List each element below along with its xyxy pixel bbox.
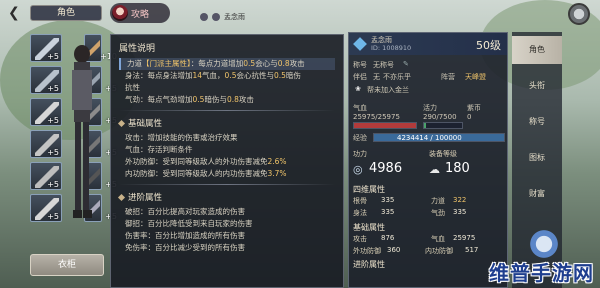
stat-row: 攻击 876 气血 25975 (353, 234, 476, 243)
top-icon-text: 孟念雨 (224, 13, 245, 21)
stat-row: 身法 335 气劲 335 (353, 208, 467, 217)
side-tab-badge[interactable]: 图标 (512, 144, 562, 172)
desc-row: 气血：存活判断条件 (125, 145, 193, 154)
power-icon: ◎ (353, 163, 363, 176)
gear-level-value: 180 (445, 161, 470, 176)
enhance-level: +5 (47, 212, 59, 221)
section-title: 进阶属性 (119, 191, 335, 203)
equipment-slot[interactable]: +5 (30, 66, 62, 94)
back-arrow-icon[interactable]: ❮ (8, 6, 24, 20)
side-tab-wealth[interactable]: 财富 (512, 180, 562, 208)
hp-value: 25975/25975 (353, 113, 400, 121)
spouse-label: 伴侣 (353, 73, 367, 81)
guide-label: 攻略 (131, 9, 150, 20)
desc-row: 身法：每点身法增加14气血，0.5会心抗性与0.5暗伤 (125, 71, 301, 80)
exp-value: 4234414 / 100000 (397, 134, 462, 142)
equipment-slot[interactable]: +5 (30, 194, 62, 222)
settings-ring-icon[interactable] (568, 3, 590, 25)
title-label: 称号 (353, 61, 367, 69)
vitality-value: 290/7500 (423, 113, 457, 121)
advanced-stat-title: 进阶属性 (353, 260, 385, 269)
hp-bar (353, 122, 417, 129)
side-tab-honor[interactable]: 称号 (512, 108, 562, 136)
enhance-level: +5 (47, 52, 59, 61)
status-icon (212, 13, 220, 21)
stat-row: 根骨 335 力道 322 (353, 196, 467, 205)
watermark-logo-icon (528, 228, 560, 260)
wardrobe-button[interactable]: 衣柜 (30, 254, 104, 276)
equipment-slot[interactable]: +5 (30, 130, 62, 158)
character-level: 50级 (476, 39, 501, 52)
school-gem-icon (353, 37, 367, 51)
top-status-icons: 孟念雨 (200, 12, 245, 22)
character-header: 孟念雨 ID: 1008910 50级 (349, 33, 507, 55)
side-tab-role[interactable]: 角色 (512, 36, 562, 64)
divider (119, 110, 335, 111)
gear-level-label: 装备等级 (429, 150, 457, 158)
equipment-slot[interactable]: +5 (30, 162, 62, 190)
desc-row: 免伤率：百分比减少受到的所有伤害 (125, 243, 245, 252)
enhance-level: +5 (47, 148, 59, 157)
desc-row: 力道【门派主属性】：每点力道增加0.5会心与0.8攻击 (119, 58, 335, 70)
guild-icon: ❀ (355, 85, 361, 93)
enhance-level: +5 (47, 116, 59, 125)
power-value: 4986 (369, 161, 403, 176)
vitality-label: 活力 (423, 104, 437, 112)
exp-label: 经验 (353, 134, 367, 142)
vitality-bar-fill (424, 123, 426, 128)
four-dim-title: 四维属性 (353, 185, 385, 194)
desc-row: 攻击：增加技能的伤害或治疗效果 (125, 133, 238, 142)
enhance-level: +5 (47, 84, 59, 93)
guild-text: 帮未加入金兰 (367, 86, 409, 94)
attribute-description-panel: 属性说明 力道【门派主属性】：每点力道增加0.5会心与0.8攻击 身法：每点身法… (110, 34, 344, 288)
top-bar: ❮ 角色 攻略 孟念雨 (0, 0, 600, 28)
faction-label: 阵营 (441, 73, 455, 81)
tab-role[interactable]: 角色 (30, 5, 102, 21)
hp-bar-fill (354, 123, 416, 128)
gold-label: 紫币 (467, 104, 481, 112)
enhance-level: +5 (47, 180, 59, 189)
character-figure (72, 45, 92, 218)
desc-row: 伤害率：百分比增加造成的所有伤害 (125, 231, 245, 240)
stat-row: 外功防御 360 内功防御 517 (353, 246, 479, 255)
desc-row: 抗性 (125, 83, 140, 92)
character-attribute-panel: 孟念雨 ID: 1008910 50级 称号 无称号 ✎ 伴侣 无 不亦乐乎 阵… (348, 32, 508, 288)
vitality-bar (423, 122, 463, 129)
equipment-slot[interactable]: +5 (30, 34, 62, 62)
power-label: 功力 (353, 150, 367, 158)
character-id: ID: 1008910 (371, 44, 412, 52)
desc-row: 御招：百分比降低受到来自玩家的伤害 (125, 219, 253, 228)
status-icon (200, 13, 208, 21)
basic-stat-title: 基础属性 (353, 223, 385, 232)
desc-row: 外功防御：受到同等级敌人的外功伤害减免2.6% (125, 157, 287, 166)
panel-title: 属性说明 (119, 44, 156, 54)
faction-value: 天峰盟 (465, 73, 486, 81)
watermark-text: 维普手游网 (489, 261, 594, 285)
hp-label: 气血 (353, 104, 367, 112)
tab-guide[interactable]: 攻略 (110, 3, 170, 23)
gear-cloud-icon: ☁ (429, 163, 440, 176)
gold-value: 0 (467, 113, 472, 121)
title-value: 无称号 (373, 61, 394, 69)
section-title: 基础属性 (119, 117, 335, 129)
guide-avatar (112, 5, 128, 21)
equipment-slot[interactable]: +5 (30, 98, 62, 126)
edit-icon[interactable]: ✎ (403, 60, 409, 68)
side-tab-title-rank[interactable]: 头衔 (512, 72, 562, 100)
desc-row: 内功防御：受到同等级敌人的内功伤害减免3.7% (125, 169, 287, 178)
divider (119, 184, 335, 185)
desc-row: 气劲：每点气劲增加0.5暗伤与0.8攻击 (125, 95, 254, 104)
partner-label: 不亦乐乎 (383, 73, 411, 81)
spouse-value: 无 (373, 73, 380, 81)
desc-row: 破招：百分比提高对玩家造成的伤害 (125, 207, 245, 216)
